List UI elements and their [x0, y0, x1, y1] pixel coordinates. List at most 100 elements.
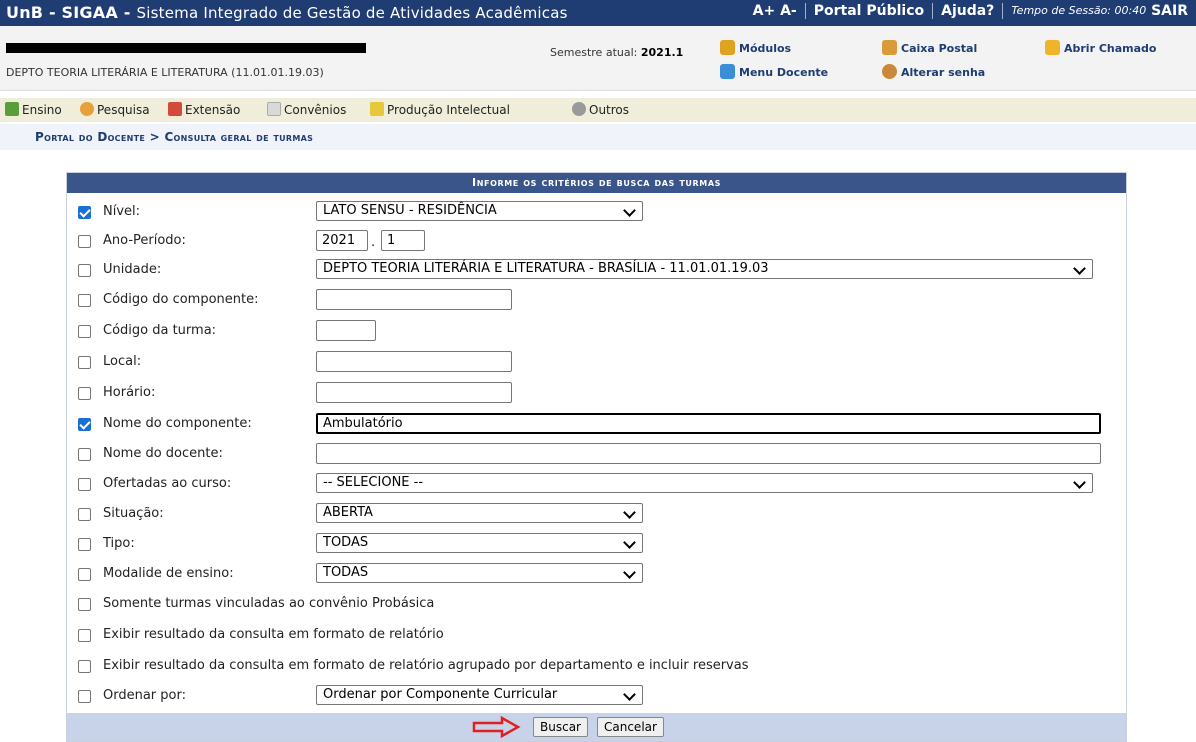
ordenar-value: Ordenar por Componente Curricular	[323, 687, 558, 702]
search-form: Informe os critérios de busca das turmas…	[66, 172, 1127, 742]
periodo-input[interactable]: 1	[381, 230, 425, 251]
codigo-componente-input[interactable]	[316, 289, 512, 310]
row-horario: Horário:	[67, 380, 1126, 409]
user-key-icon	[882, 64, 897, 79]
row-tipo: Tipo: TODAS	[67, 531, 1126, 560]
department-name: DEPTO TEORIA LITERÁRIA E LITERATURA (11.…	[6, 66, 324, 79]
ofertadas-select[interactable]: -- SELECIONE --	[316, 473, 1093, 493]
system-description: Sistema Integrado de Gestão de Atividade…	[136, 4, 568, 22]
relatorio-depto-checkbox[interactable]	[78, 660, 91, 673]
row-nome-docente: Nome do docente:	[67, 441, 1126, 470]
nome-componente-checkbox[interactable]	[78, 418, 91, 431]
codigo-componente-checkbox[interactable]	[78, 294, 91, 307]
menu-extensao[interactable]: Extensão	[168, 102, 240, 117]
relatorio-label: Exibir resultado da consulta em formato …	[103, 627, 444, 642]
system-title: UnB - SIGAA - Sistema Integrado de Gestão…	[6, 3, 568, 22]
tipo-select[interactable]: TODAS	[316, 533, 643, 553]
buscar-button[interactable]: Buscar	[533, 717, 588, 737]
codigo-turma-input[interactable]	[316, 320, 376, 341]
cancelar-button[interactable]: Cancelar	[597, 717, 664, 737]
tipo-checkbox[interactable]	[78, 538, 91, 551]
local-checkbox[interactable]	[78, 356, 91, 369]
caixa-postal-label: Caixa Postal	[901, 42, 978, 55]
situacao-value: ABERTA	[323, 505, 373, 520]
codigo-turma-label: Código da turma:	[103, 323, 217, 338]
modalidade-value: TODAS	[323, 565, 369, 580]
ano-periodo-checkbox[interactable]	[78, 235, 91, 248]
user-info-bar: DEPTO TEORIA LITERÁRIA E LITERATURA (11.…	[0, 26, 1196, 91]
row-unidade: Unidade: DEPTO TEORIA LITERÁRIA E LITERA…	[67, 257, 1126, 286]
font-decrease-button[interactable]: A-	[780, 3, 797, 19]
nivel-select[interactable]: LATO SENSU - RESIDÊNCIA	[316, 201, 643, 221]
ordenar-label: Ordenar por:	[103, 688, 186, 703]
help-link[interactable]: Ajuda?	[941, 3, 994, 19]
nome-docente-checkbox[interactable]	[78, 448, 91, 461]
breadcrumb: Portal do Docente > Consulta geral de tu…	[0, 124, 1196, 150]
modalidade-checkbox[interactable]	[78, 568, 91, 581]
modalidade-select[interactable]: TODAS	[316, 563, 643, 583]
relatorio-depto-label: Exibir resultado da consulta em formato …	[103, 658, 749, 673]
abrir-chamado-label: Abrir Chamado	[1064, 42, 1157, 55]
nome-componente-label: Nome do componente:	[103, 416, 252, 431]
logout-link[interactable]: SAIR	[1151, 3, 1188, 19]
ofertadas-checkbox[interactable]	[78, 478, 91, 491]
nome-componente-input[interactable]: Ambulatório	[316, 413, 1101, 434]
situacao-label: Situação:	[103, 506, 164, 521]
menu-extensao-label: Extensão	[185, 103, 241, 117]
row-ano-periodo: Ano-Período: 2021 . 1	[67, 228, 1126, 257]
menu-outros[interactable]: Outros	[572, 102, 629, 117]
horario-checkbox[interactable]	[78, 387, 91, 400]
semester-value: 2021.1	[640, 46, 684, 59]
unidade-select[interactable]: DEPTO TEORIA LITERÁRIA E LITERATURA - BR…	[316, 259, 1093, 279]
redacted-user-name	[6, 43, 366, 53]
ordenar-select[interactable]: Ordenar por Componente Curricular	[316, 685, 643, 705]
ano-input[interactable]: 2021	[316, 230, 368, 251]
gear-icon	[572, 102, 586, 116]
chevron-down-icon	[623, 204, 636, 217]
row-probasica: Somente turmas vinculadas ao convênio Pr…	[67, 591, 1126, 620]
probasica-label: Somente turmas vinculadas ao convênio Pr…	[103, 596, 435, 611]
modulos-label: Módulos	[739, 42, 792, 55]
menu-producao[interactable]: Produção Intelectual	[370, 102, 510, 117]
header-actions: A+ A- Portal Público Ajuda? Tempo de Sessão…	[753, 3, 1188, 19]
unidade-checkbox[interactable]	[78, 264, 91, 277]
chevron-down-icon	[1073, 262, 1086, 275]
menu-convenios[interactable]: Convênios	[267, 102, 346, 117]
menu-pesquisa[interactable]: Pesquisa	[80, 102, 150, 117]
codigo-componente-label: Código do componente:	[103, 292, 259, 307]
probasica-checkbox[interactable]	[78, 598, 91, 611]
nome-docente-label: Nome do docente:	[103, 446, 223, 461]
tipo-label: Tipo:	[103, 536, 135, 551]
local-input[interactable]	[316, 351, 512, 372]
menu-docente-link[interactable]: Menu Docente	[720, 62, 828, 84]
row-relatorio-depto: Exibir resultado da consulta em formato …	[67, 653, 1126, 682]
document-icon	[267, 102, 281, 116]
horario-input[interactable]	[316, 382, 512, 403]
caixa-postal-link[interactable]: Caixa Postal	[882, 38, 977, 60]
ordenar-checkbox[interactable]	[78, 690, 91, 703]
modalidade-label: Modalide de ensino:	[103, 566, 234, 581]
situacao-select[interactable]: ABERTA	[316, 503, 643, 523]
alterar-senha-label: Alterar senha	[901, 66, 986, 79]
row-codigo-componente: Código do componente:	[67, 287, 1126, 316]
row-nivel: Nível: LATO SENSU - RESIDÊNCIA	[67, 199, 1126, 228]
nome-docente-input[interactable]	[316, 443, 1101, 464]
gift-icon	[168, 102, 182, 116]
situacao-checkbox[interactable]	[78, 508, 91, 521]
mailbox-icon	[882, 40, 897, 55]
font-increase-button[interactable]: A+	[753, 3, 776, 19]
relatorio-checkbox[interactable]	[78, 629, 91, 642]
abrir-chamado-link[interactable]: Abrir Chamado	[1045, 38, 1156, 60]
row-ordenar: Ordenar por: Ordenar por Componente Curr…	[67, 683, 1126, 712]
alterar-senha-link[interactable]: Alterar senha	[882, 62, 985, 84]
separator-dot: .	[371, 235, 376, 250]
menu-ensino[interactable]: Ensino	[5, 102, 62, 117]
current-semester: Semestre atual: 2021.1	[550, 46, 683, 59]
nivel-checkbox[interactable]	[78, 206, 91, 219]
divider	[1002, 3, 1004, 19]
chevron-down-icon	[623, 536, 636, 549]
breadcrumb-text: Portal do Docente > Consulta geral de tu…	[35, 130, 314, 144]
portal-publico-link[interactable]: Portal Público	[814, 3, 924, 19]
modulos-link[interactable]: Módulos	[720, 38, 791, 60]
codigo-turma-checkbox[interactable]	[78, 325, 91, 338]
